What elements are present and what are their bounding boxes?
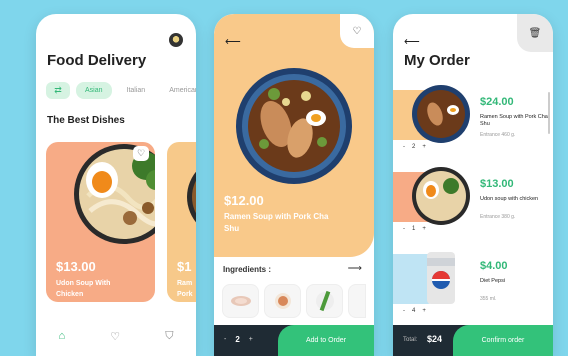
ramen-bowl-image: [236, 68, 352, 184]
pepsi-can-image: [427, 252, 455, 304]
quantity-stepper: - 2 +: [224, 335, 253, 344]
add-to-order-button[interactable]: Add to Order: [278, 325, 374, 356]
quantity-stepper: - 4 +: [403, 308, 426, 314]
item-price: $24.00: [480, 96, 514, 108]
item-name: Ramen Soup with Pork Cha Shu: [480, 114, 548, 127]
ingredient-item[interactable]: [222, 284, 259, 318]
minus-button[interactable]: -: [224, 336, 226, 343]
ramen-bowl-image: [187, 171, 196, 223]
ingredients-list: [222, 284, 366, 318]
total-label: Total:: [403, 337, 418, 343]
bottom-nav: ⌂ ♡ ⛉: [36, 316, 196, 356]
delete-button[interactable]: 🗑: [517, 14, 553, 52]
ingredient-item[interactable]: [306, 284, 343, 318]
arrow-right-icon[interactable]: ⟶: [348, 263, 362, 274]
quantity-stepper: - 1 +: [403, 226, 426, 232]
item-amount: Entrance 380 g.: [480, 214, 516, 220]
favorite-button[interactable]: ♡: [340, 14, 374, 48]
avatar[interactable]: [169, 33, 183, 47]
plus-button[interactable]: +: [422, 226, 426, 232]
dish-price: $13.00: [56, 259, 96, 274]
heart-icon: ♡: [136, 148, 146, 158]
sliders-icon: ⇄: [54, 85, 62, 95]
plus-button[interactable]: +: [422, 144, 426, 150]
section-title: The Best Dishes: [47, 115, 125, 126]
dish-card-next[interactable]: $1 Ram Pork: [167, 142, 196, 302]
order-item: $24.00 Ramen Soup with Pork Cha Shu Entr…: [393, 82, 553, 160]
minus-button[interactable]: -: [403, 144, 405, 150]
dish-card-udon[interactable]: ♡ $13.00 Udon Soup With Chicken: [46, 142, 155, 302]
dish-hero: ⟵ ♡ $12.00 Ramen Soup with Pork Cha Shu: [214, 14, 374, 257]
page-title: Food Delivery: [47, 52, 147, 69]
ingredients-title: Ingredients :: [223, 265, 272, 274]
quantity-value: 2: [235, 335, 240, 344]
item-price: $13.00: [480, 178, 514, 190]
back-arrow-icon[interactable]: ⟵: [404, 35, 420, 48]
dish-name-line: Ram: [177, 280, 193, 287]
home-icon[interactable]: ⌂: [59, 330, 66, 342]
category-chip-italian[interactable]: Italian: [118, 82, 155, 99]
order-item: $4.00 Diet Pepsi 355 ml. - 4 +: [393, 246, 553, 324]
ramen-bowl-image: [412, 85, 470, 143]
category-chip-american[interactable]: American: [160, 82, 196, 99]
trash-icon: 🗑: [528, 27, 542, 39]
minus-button[interactable]: -: [403, 308, 405, 314]
page-title: My Order: [404, 52, 470, 69]
ingredient-item[interactable]: [348, 284, 366, 318]
item-name: Udon soup with chicken: [480, 196, 539, 202]
quantity-value: 2: [412, 144, 416, 150]
home-screen: Food Delivery ⇄ Asian Italian American T…: [36, 14, 196, 356]
egg-icon: [274, 293, 291, 309]
item-amount: 355 ml.: [480, 296, 497, 302]
quantity-value: 1: [412, 226, 416, 232]
heart-icon[interactable]: ♡: [110, 330, 120, 343]
dish-name: Ramen Soup with Pork Cha Shu: [224, 212, 329, 233]
scallion-icon: [315, 290, 334, 312]
category-chips: ⇄ Asian Italian American: [46, 82, 196, 99]
dish-name: Udon Soup With Chicken: [56, 280, 111, 298]
item-price: $4.00: [480, 260, 508, 272]
confirm-order-button[interactable]: Confirm order: [453, 325, 553, 356]
order-item: $13.00 Udon soup with chicken Entrance 3…: [393, 164, 553, 242]
dish-name-line: Pork: [177, 291, 193, 298]
heart-icon: ♡: [352, 25, 362, 37]
category-chip-asian[interactable]: Asian: [76, 82, 112, 99]
filter-button[interactable]: ⇄: [46, 82, 70, 99]
item-name: Diet Pepsi: [480, 278, 506, 284]
meat-icon: [230, 296, 251, 306]
quantity-value: 4: [412, 308, 416, 314]
bag-icon[interactable]: ⛉: [165, 330, 173, 343]
item-amount: Entrance 460 g.: [480, 132, 516, 138]
minus-button[interactable]: -: [403, 226, 405, 232]
dish-name: Ram Pork: [177, 278, 193, 300]
dish-price: $1: [177, 259, 192, 274]
order-screen: ⟵ 🗑 My Order $24.00 Ramen Soup with Pork…: [393, 14, 553, 356]
ingredient-item[interactable]: [264, 284, 301, 318]
plus-button[interactable]: +: [422, 308, 426, 314]
favorite-button[interactable]: ♡: [133, 146, 149, 161]
quantity-stepper: - 2 +: [403, 144, 426, 150]
detail-screen: ⟵ ♡ $12.00 Ramen Soup with Pork Cha Shu …: [214, 14, 374, 356]
plus-button[interactable]: +: [249, 336, 253, 343]
total-value: $24: [427, 334, 443, 344]
order-total-bar: Total: $24 Confirm order: [393, 325, 553, 356]
order-bar: - 2 + Add to Order: [214, 325, 374, 356]
udon-bowl-image: [412, 167, 470, 225]
back-arrow-icon[interactable]: ⟵: [225, 35, 241, 48]
dish-price: $12.00: [224, 193, 264, 208]
